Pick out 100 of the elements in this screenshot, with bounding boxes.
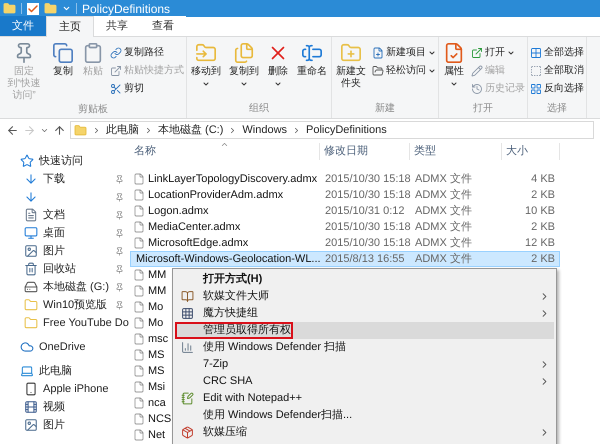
caret-icon xyxy=(428,66,436,74)
copy-folder-icon xyxy=(233,42,255,64)
file-name[interactable]: MM xyxy=(148,282,166,300)
selected-file-row[interactable]: Microsoft-Windows-Geolocation-WL... 2015/8/13 16:55 ADMX 文件 2 KB xyxy=(130,251,560,267)
ribbon-small-button[interactable]: 新建项目 xyxy=(372,44,436,61)
breadcrumb-item[interactable]: PolicyDefinitions xyxy=(306,122,387,138)
file-name[interactable]: msc xyxy=(148,330,168,348)
folder-icon[interactable] xyxy=(44,2,57,15)
nav-item[interactable]: 快速访问 xyxy=(39,152,83,170)
file-date: 2015/10/30 15:18 xyxy=(324,172,411,187)
nav-item[interactable]: 文档 xyxy=(43,206,65,224)
file-name[interactable]: Mo xyxy=(148,298,164,316)
caret-icon xyxy=(202,80,210,88)
file-name[interactable]: MicrosoftEdge.admx xyxy=(148,234,248,252)
file-name[interactable]: MediaCenter.admx xyxy=(148,218,240,236)
file-name[interactable]: MS xyxy=(148,362,164,380)
column-header[interactable]: 修改日期 xyxy=(320,143,410,160)
file-name[interactable]: Mo xyxy=(148,314,164,332)
ribbon-tab[interactable]: 主页 xyxy=(46,16,94,37)
group-label: 新建 xyxy=(374,102,396,116)
breadcrumb-item[interactable]: 此电脑 xyxy=(106,122,139,138)
address-field[interactable]: 此电脑 本地磁盘 (C:) Windows PolicyDefinitions xyxy=(70,121,594,139)
ribbon-large-button[interactable]: 新建文件夹 xyxy=(334,42,368,90)
file-name[interactable]: LocationProviderAdm.admx xyxy=(148,186,284,204)
column-header[interactable]: 大小 xyxy=(502,143,560,160)
file-type: ADMX 文件 xyxy=(414,188,473,203)
ribbon-small-button[interactable]: 全部选择 xyxy=(530,44,584,61)
file-name[interactable]: Logon.admx xyxy=(148,202,209,220)
nav-item[interactable]: 视频 xyxy=(43,398,65,416)
menu-item[interactable]: 使用 Windows Defender 扫描 xyxy=(175,339,554,356)
file-name[interactable]: nca xyxy=(148,394,166,412)
menu-item[interactable]: 7-Zip xyxy=(175,356,554,373)
file-date: 2015/10/30 15:18 xyxy=(324,236,411,251)
ribbon-large-button[interactable]: 重命名 xyxy=(295,42,329,78)
file-name[interactable]: Net xyxy=(148,426,166,444)
ribbon-small-button[interactable]: 剪切 xyxy=(110,80,184,97)
phone-icon xyxy=(24,382,38,396)
ribbon-small-button[interactable]: 反向选择 xyxy=(530,80,584,97)
file-icon xyxy=(133,173,145,185)
menu-item[interactable]: 使用 Windows Defender扫描... xyxy=(175,407,554,424)
column-header[interactable]: 名称 xyxy=(130,143,320,160)
file-name[interactable]: MM xyxy=(148,266,166,284)
breadcrumb-item[interactable]: 本地磁盘 (C:) xyxy=(158,122,224,138)
up-icon[interactable] xyxy=(53,124,66,136)
ribbon-large-button[interactable]: 属性 xyxy=(441,42,467,88)
nav-item[interactable]: 本地磁盘 (G:) xyxy=(43,278,109,296)
folder-icon[interactable] xyxy=(3,2,16,15)
nav-item[interactable]: Apple iPhone xyxy=(43,380,108,398)
file-icon xyxy=(133,317,145,329)
bar-chart-icon xyxy=(180,341,194,354)
menu-item[interactable]: 软媒压缩 xyxy=(175,424,554,441)
file-name[interactable]: Microsoft-Windows-Geolocation-WL... xyxy=(136,250,321,268)
file-icon xyxy=(133,333,145,345)
file-icon xyxy=(133,429,145,441)
nav-item[interactable]: 回收站 xyxy=(43,260,76,278)
ribbon-large-button[interactable]: 删除 xyxy=(265,42,291,88)
ribbon-tab[interactable]: 文件 xyxy=(0,16,46,36)
file-name[interactable]: MS xyxy=(148,346,164,364)
menu-item[interactable]: CRC SHA xyxy=(175,373,554,390)
back-icon[interactable] xyxy=(6,124,19,136)
menu-item[interactable]: 打开方式(H) xyxy=(175,271,554,288)
ribbon-large-button[interactable]: 移动到 xyxy=(189,42,223,88)
highlight-frame: 管理员取得所有权 xyxy=(175,322,293,339)
nav-item[interactable]: Free YouTube Do xyxy=(43,314,129,332)
nav-item[interactable]: 图片 xyxy=(43,416,65,434)
ribbon-small-button[interactable]: 全部取消 xyxy=(530,62,584,79)
file-size: 12 KB xyxy=(524,236,556,251)
caret-icon[interactable] xyxy=(62,4,71,13)
breadcrumb-item[interactable]: Windows xyxy=(242,122,288,138)
clipboard-icon xyxy=(82,42,104,64)
ribbon-small-button[interactable]: 打开 xyxy=(471,44,525,61)
caret-icon xyxy=(240,80,248,88)
notepad-icon xyxy=(180,392,194,405)
ribbon-large-button[interactable]: 复制到 xyxy=(227,42,261,88)
file-name[interactable]: NCS xyxy=(148,410,172,428)
menu-item[interactable]: 魔方快捷组 xyxy=(175,305,554,322)
nav-item[interactable]: 图片 xyxy=(43,242,65,260)
file-icon xyxy=(133,237,145,249)
nav-item[interactable]: OneDrive xyxy=(39,338,86,356)
file-name[interactable]: Msi xyxy=(148,378,166,396)
nav-item[interactable]: 此电脑 xyxy=(39,362,72,380)
nav-item[interactable]: 桌面 xyxy=(43,224,65,242)
ribbon-small-button[interactable]: 复制路径 xyxy=(110,44,184,61)
column-header[interactable]: 类型 xyxy=(410,143,502,160)
file-type: ADMX 文件 xyxy=(414,220,473,235)
file-icon xyxy=(133,413,145,425)
nav-item[interactable]: 下载 xyxy=(43,170,65,188)
menu-item[interactable]: 管理员取得所有权 xyxy=(175,322,554,339)
file-icon xyxy=(133,189,145,201)
chevron-icon xyxy=(144,126,153,134)
download-icon xyxy=(24,190,38,204)
nav-item[interactable]: Win10预览版 xyxy=(43,296,108,314)
menu-item[interactable]: Edit with Notepad++ xyxy=(175,390,554,407)
file-icon xyxy=(133,285,145,297)
ribbon-small-button[interactable]: 轻松访问 xyxy=(372,62,436,79)
file-name[interactable]: LinkLayerTopologyDiscovery.admx xyxy=(148,170,318,188)
menu-item[interactable]: 软媒文件大师 xyxy=(175,288,554,305)
properties-icon[interactable] xyxy=(27,2,39,14)
ribbon-large-button[interactable]: 复制 xyxy=(50,42,76,78)
copy-icon xyxy=(52,42,74,64)
